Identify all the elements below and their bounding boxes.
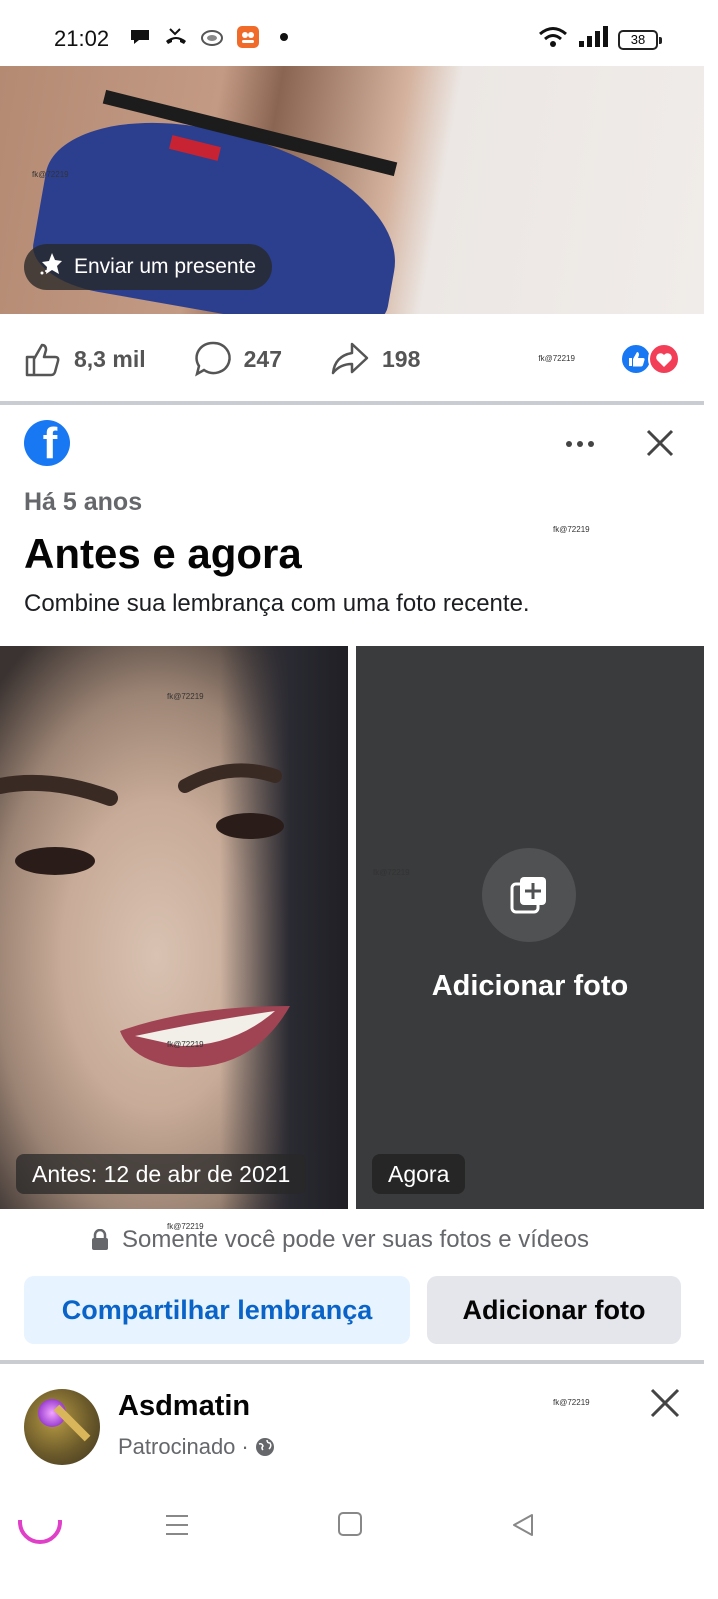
add-photo-label: Adicionar foto: [431, 970, 629, 1002]
reaction-summary[interactable]: [620, 343, 680, 375]
status-time: 21:02: [54, 26, 110, 51]
battery-indicator: 38: [618, 29, 662, 50]
comment-button[interactable]: 247: [194, 340, 282, 378]
chat-icon: [128, 26, 152, 48]
lock-icon: [92, 1229, 108, 1250]
hide-ad-close-icon[interactable]: [646, 1384, 684, 1422]
add-photo-secondary-button[interactable]: Adicionar foto: [427, 1276, 681, 1344]
like-icon: [25, 343, 60, 377]
watermark: fk@72219: [167, 692, 204, 701]
wifi-icon: [538, 26, 568, 53]
watermark: fk@72219: [167, 1040, 204, 1049]
send-gift-label: Enviar um presente: [74, 255, 257, 278]
globe-icon: [255, 1438, 274, 1456]
notification-icons: [128, 26, 296, 48]
add-photo-icon: [510, 877, 546, 914]
meta-separator: ·: [241, 1434, 249, 1459]
signal-icon: [578, 26, 608, 53]
memory-years-ago: Há 5 anos: [24, 488, 143, 516]
app-drawer-icon[interactable]: [18, 1520, 62, 1550]
more-options-icon[interactable]: [560, 430, 600, 458]
watermark: fk@72219: [553, 525, 590, 534]
reaction-bar: 8,3 mil 247 198 fk@72219: [0, 316, 704, 402]
advertiser-avatar[interactable]: [24, 1389, 100, 1465]
add-photo-button[interactable]: [482, 848, 576, 942]
watermark: fk@72219: [373, 868, 410, 877]
cloud-icon: [200, 26, 224, 48]
watermark: fk@72219: [538, 354, 575, 363]
home-icon[interactable]: [338, 1512, 362, 1536]
more-notifications-dot-icon: [272, 26, 296, 48]
share-icon: [331, 342, 369, 375]
watermark: fk@72219: [32, 170, 69, 179]
comment-icon: [194, 341, 231, 377]
app-notification-icon: [236, 26, 260, 48]
memory-description: Combine sua lembrança com uma foto recen…: [24, 590, 530, 617]
privacy-note: Somente você pode ver suas fotos e vídeo…: [90, 1226, 589, 1254]
memory-title: Antes e agora: [24, 530, 302, 577]
sponsored-meta: Patrocinado ·: [118, 1434, 275, 1460]
comment-count: 247: [243, 345, 282, 372]
close-icon[interactable]: [640, 423, 680, 463]
send-gift-button[interactable]: Enviar um presente: [24, 244, 273, 290]
before-date-label: Antes: 12 de abr de 2021: [16, 1154, 307, 1194]
share-memory-button[interactable]: Compartilhar lembrança: [24, 1276, 410, 1344]
gift-sparkle-icon: [38, 251, 64, 283]
facebook-logo-icon: f: [24, 420, 70, 466]
back-icon[interactable]: [510, 1512, 536, 1538]
section-divider: [0, 401, 704, 405]
section-divider: [0, 1360, 704, 1364]
missed-call-icon: [164, 26, 188, 48]
like-count: 8,3 mil: [74, 345, 146, 372]
love-reaction-icon: [648, 343, 680, 375]
sponsored-label: Patrocinado: [118, 1434, 236, 1459]
recent-apps-icon[interactable]: [164, 1512, 190, 1538]
privacy-text: Somente você pode ver suas fotos e vídeo…: [122, 1226, 589, 1253]
share-count: 198: [381, 345, 421, 372]
now-label: Agora: [372, 1154, 466, 1194]
before-photo[interactable]: fk@72219 fk@72219: [0, 646, 348, 1209]
share-button[interactable]: 198: [330, 341, 420, 377]
like-button[interactable]: 8,3 mil: [24, 341, 146, 377]
face-illustration: [0, 763, 290, 1068]
system-nav-bar: [0, 1490, 718, 1599]
status-right: 38: [538, 26, 662, 53]
watermark: fk@72219: [553, 1398, 590, 1407]
advertiser-name[interactable]: Asdmatin: [118, 1390, 250, 1423]
